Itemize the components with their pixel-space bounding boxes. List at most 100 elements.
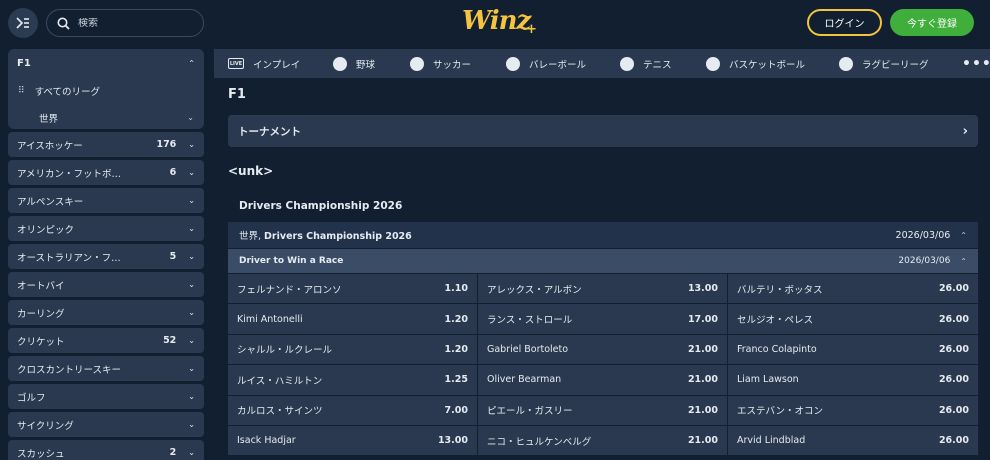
sidebar-item-label: クリケット	[17, 336, 65, 348]
sidebar-item-cycling[interactable]: サイクリング ⌄	[8, 412, 204, 437]
sidebar-item-label: オートバイ	[17, 280, 65, 292]
chevron-down-icon: ⌄	[188, 252, 195, 261]
register-button[interactable]: 今すぐ登録	[890, 9, 974, 36]
search-icon	[57, 17, 70, 30]
odds-cell[interactable]: Gabriel Bortoleto 21.00	[478, 334, 727, 365]
sport-tab-label: ラグビーリーグ	[862, 59, 929, 71]
odds-cell[interactable]: エステバン・オコン 26.00	[728, 395, 978, 425]
odds-value: 21.00	[687, 374, 718, 386]
driver-name: Oliver Bearman	[487, 374, 562, 386]
odds-value: 1.10	[444, 283, 468, 295]
driver-name: ルイス・ハミルトン	[237, 375, 323, 387]
driver-name: Arvid Lindblad	[737, 435, 806, 447]
sport-tab-tennis[interactable]: テニス	[620, 49, 672, 78]
sidebar-item-golf[interactable]: ゴルフ ⌄	[8, 384, 204, 409]
driver-name: ランス・ストロール	[487, 315, 573, 327]
odds-value: 26.00	[938, 374, 969, 386]
odds-cell[interactable]: バルテリ・ボッタス 26.00	[728, 274, 978, 304]
live-icon: LIVE	[228, 58, 244, 69]
odds-cell[interactable]: ルイス・ハミルトン 1.25	[228, 365, 477, 395]
sport-tab-volleyball[interactable]: バレーボール	[506, 49, 586, 78]
market-name: Driver to Win a Race	[239, 256, 344, 266]
driver-name: ニコ・ヒュルケンベルグ	[487, 436, 592, 448]
count-badge: 6	[169, 167, 177, 178]
odds-cell[interactable]: Liam Lawson 26.00	[728, 365, 978, 395]
rugby-icon	[839, 56, 853, 71]
sidebar-item-cricket[interactable]: クリケット 52 ⌄	[8, 328, 204, 353]
sidebar-item-olympics[interactable]: オリンピック ⌄	[8, 216, 204, 241]
sidebar-item-cross-country-ski[interactable]: クロスカントリースキー ⌄	[8, 356, 204, 381]
sidebar-item-label: 世界	[39, 113, 59, 125]
driver-name: Kimi Antonelli	[237, 313, 303, 325]
driver-name: セルジオ・ペレス	[737, 315, 814, 327]
odds-cell[interactable]: フェルナンド・アロンソ 1.10	[228, 274, 477, 304]
competition-header[interactable]: 世界, Drivers Championship 2026 2026/03/06…	[228, 222, 978, 248]
odds-value: 1.20	[444, 343, 468, 355]
sport-tab-baseball[interactable]: 野球	[333, 49, 375, 78]
login-button[interactable]: ログイン	[807, 9, 882, 36]
menu-toggle-button[interactable]	[8, 8, 38, 38]
count-badge: 52	[163, 335, 177, 346]
driver-name: ピエール・ガスリー	[487, 406, 573, 418]
odds-cell[interactable]: ピエール・ガスリー 21.00	[478, 395, 727, 425]
odds-cell[interactable]: ニコ・ヒュルケンベルグ 21.00	[478, 425, 727, 456]
driver-name: Gabriel Bortoleto	[487, 343, 569, 355]
sidebar-group-f1: F1 ⌃ ⠿ すべてのリーグ 世界 ⌄	[8, 49, 204, 129]
odds-cell[interactable]: アレックス・アルボン 13.00	[478, 274, 727, 304]
odds-cell[interactable]: Oliver Bearman 21.00	[478, 365, 727, 395]
sidebar-item-motorbikes[interactable]: オートバイ ⌄	[8, 272, 204, 297]
odds-cell[interactable]: セルジオ・ペレス 26.00	[728, 304, 978, 334]
driver-name: フェルナンド・アロンソ	[237, 284, 342, 296]
sidebar-item-f1[interactable]: F1 ⌃	[8, 49, 204, 77]
chevron-down-icon: ⌄	[188, 392, 195, 401]
sport-tab-soccer[interactable]: サッカー	[410, 49, 471, 78]
sidebar-item-label: ゴルフ	[17, 392, 46, 404]
sidebar-item-label: オーストラリアン・フ…	[17, 252, 121, 264]
odds-cell[interactable]: シャルル・ルクレール 1.20	[228, 334, 477, 365]
sidebar-item-label: スカッシュ	[17, 448, 65, 460]
sport-tab-rugby-league[interactable]: ラグビーリーグ	[839, 49, 929, 78]
chevron-up-icon: ⌃	[188, 58, 195, 68]
market-header[interactable]: Driver to Win a Race 2026/03/06 ⌃	[228, 249, 978, 273]
sidebar-item-australian-football[interactable]: オーストラリアン・フ… 5 ⌄	[8, 244, 204, 269]
sidebar-item-all-leagues[interactable]: ⠿ すべてのリーグ	[8, 77, 204, 104]
tournament-selector[interactable]: トーナメント ›	[228, 115, 978, 147]
sidebar-item-american-football[interactable]: アメリカン・フットボ… 6 ⌄	[8, 160, 204, 185]
sport-tab-label: サッカー	[433, 59, 472, 71]
count-badge: 2	[169, 447, 177, 458]
sidebar-item-alpine-ski[interactable]: アルペンスキー ⌄	[8, 188, 204, 213]
sport-tab-basketball[interactable]: バスケットボール	[706, 49, 805, 78]
odds-cell[interactable]: カルロス・サインツ 7.00	[228, 395, 477, 425]
grid-icon: ⠿	[18, 85, 25, 96]
odds-value: 13.00	[437, 435, 468, 447]
odds-cell[interactable]: Isack Hadjar 13.00	[228, 425, 477, 456]
more-sports-button[interactable]: •••	[962, 49, 990, 78]
sidebar-item-curling[interactable]: カーリング ⌄	[8, 300, 204, 325]
odds-value: 7.00	[444, 404, 468, 416]
sport-tab-label: バスケットボール	[729, 59, 806, 71]
sidebar-item-label: オリンピック	[17, 224, 75, 236]
odds-value: 26.00	[938, 435, 969, 447]
search-box[interactable]	[46, 9, 204, 37]
competition-title: Drivers Championship 2026	[239, 200, 403, 212]
odds-cell[interactable]: Franco Colapinto 26.00	[728, 334, 978, 365]
sports-nav: LIVE インプレイ 野球 サッカー バレーボール テニス バスケットボール ラ…	[214, 49, 990, 78]
driver-name: カルロス・サインツ	[237, 406, 323, 418]
sidebar-item-label: アルペンスキー	[17, 196, 84, 208]
chevron-down-icon: ⌄	[188, 168, 195, 177]
odds-cell[interactable]: ランス・ストロール 17.00	[478, 304, 727, 334]
sport-tab-inplay[interactable]: LIVE インプレイ	[228, 49, 300, 78]
driver-name: Franco Colapinto	[737, 343, 817, 355]
odds-cell[interactable]: Arvid Lindblad 26.00	[728, 425, 978, 456]
sidebar-item-ice-hockey[interactable]: アイスホッケー 176 ⌄	[8, 132, 204, 157]
search-input[interactable]	[78, 17, 188, 29]
odds-value: 26.00	[938, 343, 969, 355]
odds-cell[interactable]: Kimi Antonelli 1.20	[228, 304, 477, 334]
market-date: 2026/03/06	[898, 256, 951, 266]
winz-logo[interactable]: Winz	[462, 6, 531, 36]
sidebar-item-world[interactable]: 世界 ⌄	[8, 104, 204, 131]
sidebar-item-squash[interactable]: スカッシュ 2 ⌄	[8, 440, 204, 460]
tournament-label: トーナメント	[238, 125, 301, 138]
driver-name: エステバン・オコン	[737, 406, 823, 418]
odds-value: 1.20	[444, 313, 468, 325]
